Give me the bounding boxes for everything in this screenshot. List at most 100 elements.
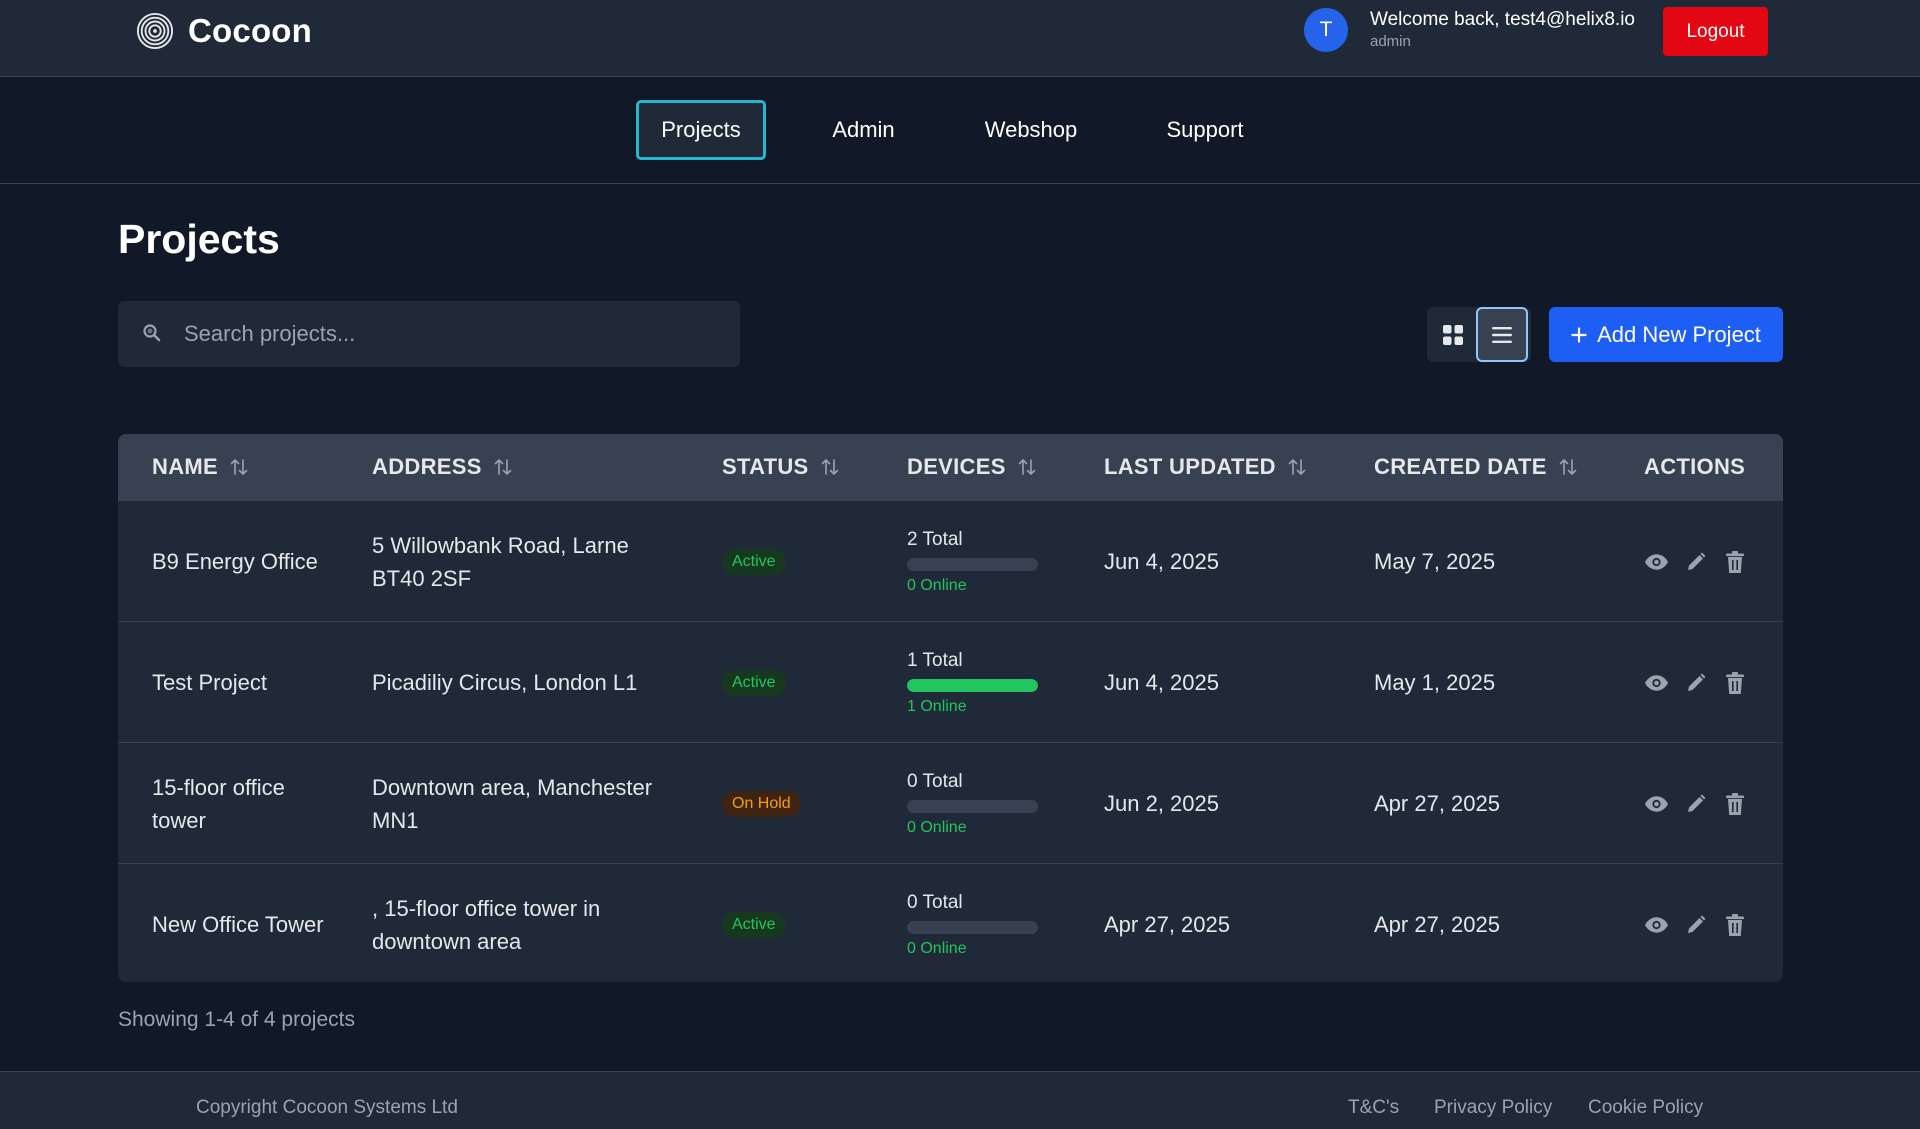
eye-icon — [1644, 553, 1669, 570]
copyright: Copyright Cocoon Systems Ltd — [196, 1097, 458, 1118]
edit-button[interactable] — [1683, 912, 1708, 937]
table-row[interactable]: 15-floor office tower Downtown area, Man… — [118, 742, 1783, 863]
project-address: Picadiliy Circus, London L1 — [372, 670, 638, 695]
user-text: Welcome back, test4@helix8.io admin — [1370, 8, 1635, 52]
pencil-icon — [1687, 552, 1705, 570]
view-toggle — [1427, 307, 1531, 362]
status-cell: Active — [722, 864, 786, 982]
eye-icon — [1644, 674, 1669, 691]
pencil-icon — [1687, 673, 1705, 691]
status-cell: On Hold — [722, 743, 801, 864]
status-cell: Active — [722, 622, 786, 743]
sort-icon — [230, 459, 248, 475]
delete-button[interactable] — [1722, 791, 1747, 816]
devices-cell: 0 Total 0 Online — [907, 743, 1038, 864]
nav-tab-projects[interactable]: Projects — [636, 100, 766, 160]
devices-total: 0 Total — [907, 770, 963, 792]
row-actions — [1644, 501, 1747, 622]
list-view-icon — [1492, 326, 1512, 343]
sort-icon — [1288, 459, 1306, 475]
view-button[interactable] — [1644, 549, 1669, 574]
brand[interactable]: Cocoon — [136, 11, 312, 51]
column-label: ACTIONS — [1644, 454, 1746, 479]
nav-tab-support[interactable]: Support — [1150, 100, 1260, 160]
created-date: May 1, 2025 — [1374, 670, 1496, 695]
project-name[interactable]: New Office Tower — [152, 864, 332, 982]
table-row[interactable]: Test Project Picadiliy Circus, London L1… — [118, 621, 1783, 742]
nav-tab-webshop[interactable]: Webshop — [970, 100, 1092, 160]
devices-online: 1 Online — [907, 697, 967, 715]
devices-online: 0 Online — [907, 576, 967, 594]
view-button[interactable] — [1644, 791, 1669, 816]
pencil-icon — [1687, 915, 1705, 933]
devices-online-bar — [907, 920, 1038, 934]
column-label: ADDRESS — [372, 454, 482, 479]
avatar[interactable]: T — [1304, 8, 1348, 52]
last-updated: Jun 2, 2025 — [1104, 791, 1219, 816]
status-cell: Active — [722, 501, 786, 622]
nav-tab-admin[interactable]: Admin — [815, 100, 912, 160]
devices-total: 1 Total — [907, 649, 963, 671]
row-actions — [1644, 864, 1747, 982]
eye-icon — [1644, 916, 1669, 933]
grid-view-button[interactable] — [1427, 307, 1479, 362]
status-badge: Active — [722, 911, 786, 938]
last-updated: Apr 27, 2025 — [1104, 912, 1230, 937]
search-icon — [143, 324, 161, 342]
footer: Copyright Cocoon Systems Ltd T&C's Priva… — [0, 1071, 1920, 1129]
project-name[interactable]: B9 Energy Office — [152, 501, 332, 622]
table-row[interactable]: New Office Tower , 15-floor office tower… — [118, 863, 1783, 982]
pagination-summary: Showing 1-4 of 4 projects — [118, 1008, 355, 1031]
add-project-label: Add New Project — [1597, 321, 1761, 347]
projects-table: NAME ADDRESS STATUS DEVICES LAST UPDATED… — [118, 434, 1783, 982]
row-actions — [1644, 622, 1747, 743]
column-header-created-date[interactable]: CREATED DATE — [1374, 434, 1577, 500]
project-address: Downtown area, Manchester MN1 — [372, 774, 653, 833]
column-label: DEVICES — [907, 454, 1006, 479]
top-header: Cocoon T Welcome back, test4@helix8.io a… — [0, 0, 1920, 77]
list-view-button[interactable] — [1476, 307, 1528, 362]
column-header-last-updated[interactable]: LAST UPDATED — [1104, 434, 1306, 500]
main-nav: Projects Admin Webshop Support — [0, 77, 1920, 184]
welcome-message: Welcome back, test4@helix8.io — [1370, 9, 1635, 30]
project-name[interactable]: Test Project — [152, 622, 332, 743]
column-label: CREATED DATE — [1374, 454, 1547, 479]
logout-button[interactable]: Logout — [1663, 7, 1768, 56]
delete-button[interactable] — [1722, 670, 1747, 695]
delete-button[interactable] — [1722, 549, 1747, 574]
sort-icon — [1018, 459, 1035, 475]
user-info: T Welcome back, test4@helix8.io admin — [1304, 8, 1635, 52]
table-row[interactable]: B9 Energy Office 5 Willowbank Road, Larn… — [118, 500, 1783, 621]
search-input[interactable] — [184, 301, 724, 367]
edit-button[interactable] — [1683, 670, 1708, 695]
column-header-name[interactable]: NAME — [152, 434, 248, 500]
edit-button[interactable] — [1683, 791, 1708, 816]
created-date: May 7, 2025 — [1374, 549, 1496, 574]
devices-cell: 0 Total 0 Online — [907, 864, 1038, 982]
column-header-devices[interactable]: DEVICES — [907, 434, 1036, 500]
privacy-policy-link[interactable]: Privacy Policy — [1434, 1097, 1552, 1119]
grid-view-icon — [1443, 324, 1463, 345]
eye-icon — [1644, 795, 1669, 812]
terms-link[interactable]: T&C's — [1348, 1097, 1399, 1119]
add-project-button[interactable]: Add New Project — [1549, 307, 1783, 362]
devices-online-bar — [907, 678, 1038, 692]
project-name[interactable]: 15-floor office tower — [152, 743, 332, 864]
edit-button[interactable] — [1683, 549, 1708, 574]
trash-icon — [1725, 550, 1744, 573]
project-address: 5 Willowbank Road, Larne BT40 2SF — [372, 532, 629, 591]
delete-button[interactable] — [1722, 912, 1747, 937]
pencil-icon — [1687, 794, 1705, 812]
view-button[interactable] — [1644, 670, 1669, 695]
cookie-policy-link[interactable]: Cookie Policy — [1588, 1097, 1703, 1119]
column-header-status[interactable]: STATUS — [722, 434, 839, 500]
trash-icon — [1725, 913, 1744, 936]
search-box[interactable] — [118, 301, 740, 367]
status-badge: On Hold — [722, 790, 801, 817]
view-button[interactable] — [1644, 912, 1669, 937]
user-role: admin — [1370, 33, 1411, 50]
devices-cell: 2 Total 0 Online — [907, 501, 1038, 622]
column-label: LAST UPDATED — [1104, 454, 1276, 479]
column-header-address[interactable]: ADDRESS — [372, 434, 512, 500]
status-badge: Active — [722, 669, 786, 696]
